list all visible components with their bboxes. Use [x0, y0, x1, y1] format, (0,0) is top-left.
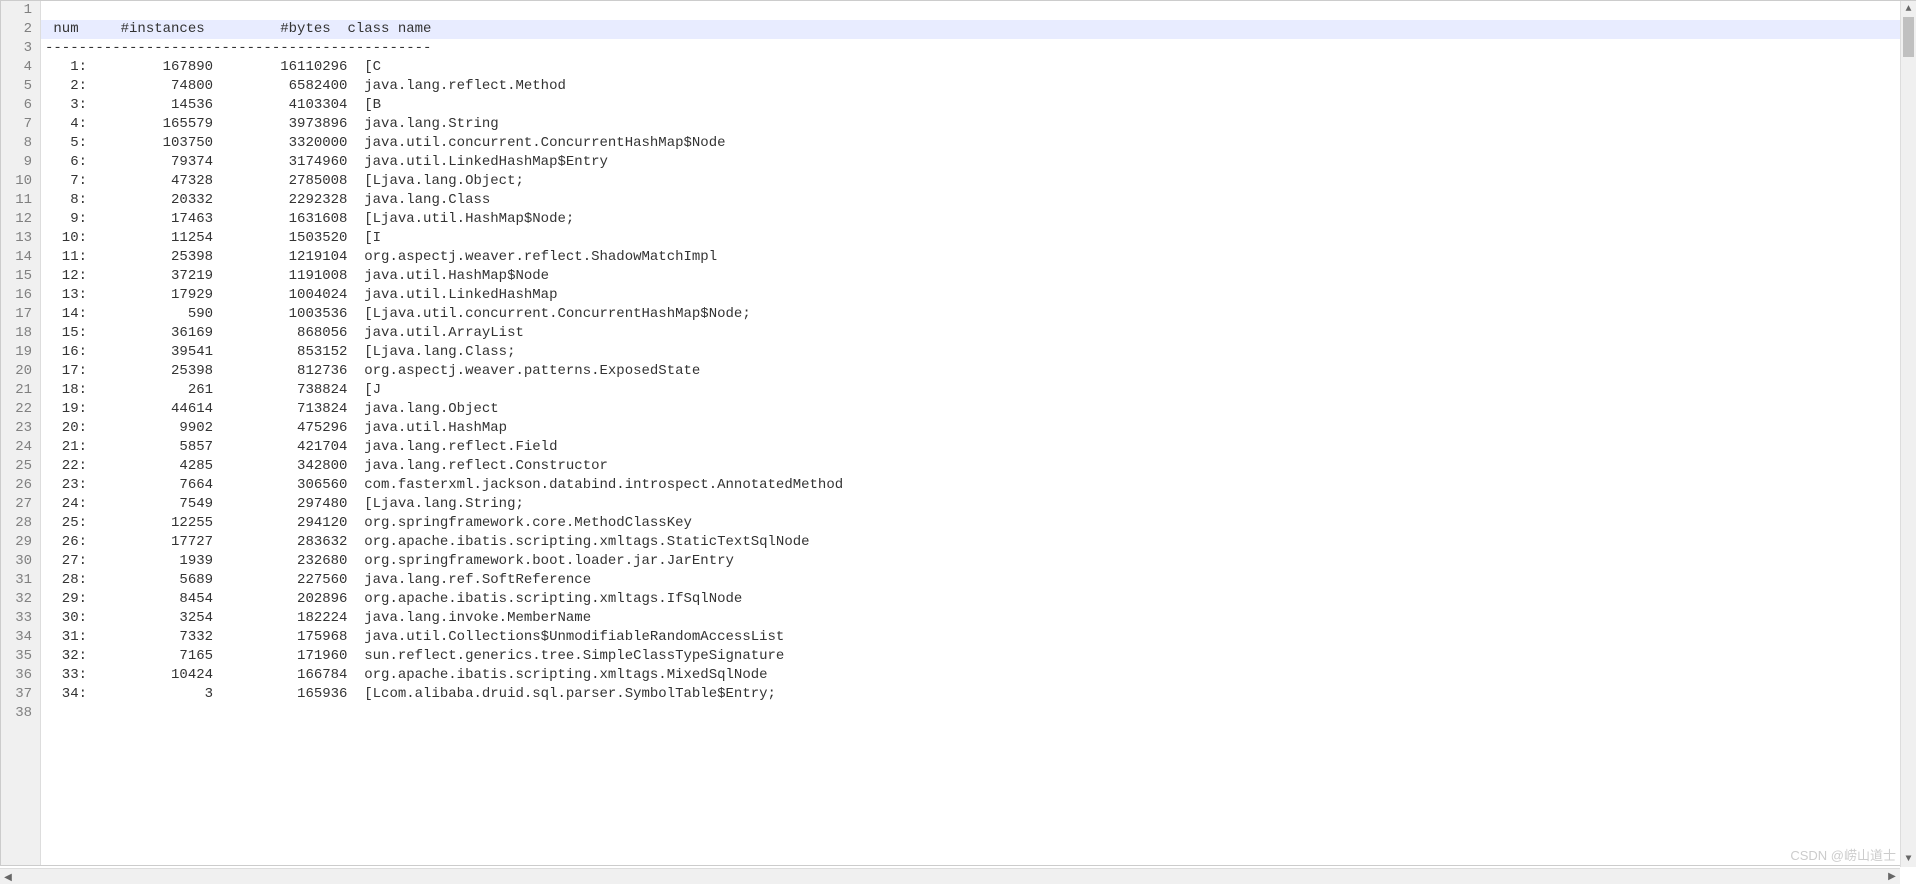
horizontal-scrollbar[interactable]: ◀ ▶ — [0, 868, 1900, 884]
data-row: 32: 7165 171960 sun.reflect.generics.tre… — [41, 647, 1915, 666]
line-number: 28 — [5, 514, 32, 533]
data-row: 11: 25398 1219104 org.aspectj.weaver.ref… — [41, 248, 1915, 267]
data-row: 20: 9902 475296 java.util.HashMap — [41, 419, 1915, 438]
data-row: 33: 10424 166784 org.apache.ibatis.scrip… — [41, 666, 1915, 685]
data-row: 1: 167890 16110296 [C — [41, 58, 1915, 77]
line-number: 29 — [5, 533, 32, 552]
line-number: 21 — [5, 381, 32, 400]
line-number: 30 — [5, 552, 32, 571]
data-row: 18: 261 738824 [J — [41, 381, 1915, 400]
partial-line — [41, 704, 1915, 723]
separator-line: ----------------------------------------… — [41, 39, 1915, 58]
line-number: 18 — [5, 324, 32, 343]
line-number: 7 — [5, 115, 32, 134]
line-number: 17 — [5, 305, 32, 324]
line-number: 10 — [5, 172, 32, 191]
data-row: 2: 74800 6582400 java.lang.reflect.Metho… — [41, 77, 1915, 96]
header-line: num #instances #bytes class name — [41, 20, 1915, 39]
data-row: 19: 44614 713824 java.lang.Object — [41, 400, 1915, 419]
data-row: 13: 17929 1004024 java.util.LinkedHashMa… — [41, 286, 1915, 305]
data-row: 29: 8454 202896 org.apache.ibatis.script… — [41, 590, 1915, 609]
line-number: 5 — [5, 77, 32, 96]
vertical-scrollbar[interactable]: ▲ ▼ — [1900, 1, 1916, 867]
data-row: 17: 25398 812736 org.aspectj.weaver.patt… — [41, 362, 1915, 381]
data-row: 7: 47328 2785008 [Ljava.lang.Object; — [41, 172, 1915, 191]
data-row: 10: 11254 1503520 [I — [41, 229, 1915, 248]
data-row: 5: 103750 3320000 java.util.concurrent.C… — [41, 134, 1915, 153]
editor-content[interactable]: num #instances #bytes class name--------… — [41, 1, 1915, 865]
data-row: 14: 590 1003536 [Ljava.util.concurrent.C… — [41, 305, 1915, 324]
data-row: 23: 7664 306560 com.fasterxml.jackson.da… — [41, 476, 1915, 495]
line-number: 31 — [5, 571, 32, 590]
scroll-left-icon[interactable]: ◀ — [0, 871, 16, 886]
line-number: 33 — [5, 609, 32, 628]
data-row: 25: 12255 294120 org.springframework.cor… — [41, 514, 1915, 533]
line-number: 37 — [5, 685, 32, 704]
scroll-up-icon[interactable]: ▲ — [1901, 1, 1916, 17]
line-number: 6 — [5, 96, 32, 115]
data-row: 15: 36169 868056 java.util.ArrayList — [41, 324, 1915, 343]
line-number: 12 — [5, 210, 32, 229]
scroll-right-icon[interactable]: ▶ — [1884, 869, 1900, 884]
data-row: 27: 1939 232680 org.springframework.boot… — [41, 552, 1915, 571]
line-number: 23 — [5, 419, 32, 438]
vertical-scrollbar-thumb[interactable] — [1903, 17, 1914, 57]
text-editor: 1234567891011121314151617181920212223242… — [0, 0, 1916, 866]
line-number-gutter: 1234567891011121314151617181920212223242… — [1, 1, 41, 865]
data-row: 12: 37219 1191008 java.util.HashMap$Node — [41, 267, 1915, 286]
data-row: 6: 79374 3174960 java.util.LinkedHashMap… — [41, 153, 1915, 172]
empty-line — [41, 1, 1915, 20]
line-number: 11 — [5, 191, 32, 210]
line-number: 20 — [5, 362, 32, 381]
data-row: 3: 14536 4103304 [B — [41, 96, 1915, 115]
data-row: 16: 39541 853152 [Ljava.lang.Class; — [41, 343, 1915, 362]
line-number: 24 — [5, 438, 32, 457]
data-row: 22: 4285 342800 java.lang.reflect.Constr… — [41, 457, 1915, 476]
line-number: 2 — [5, 20, 32, 39]
data-row: 9: 17463 1631608 [Ljava.util.HashMap$Nod… — [41, 210, 1915, 229]
line-number: 3 — [5, 39, 32, 58]
data-row: 8: 20332 2292328 java.lang.Class — [41, 191, 1915, 210]
line-number: 38 — [5, 704, 32, 723]
line-number: 22 — [5, 400, 32, 419]
line-number: 14 — [5, 248, 32, 267]
data-row: 4: 165579 3973896 java.lang.String — [41, 115, 1915, 134]
line-number: 16 — [5, 286, 32, 305]
line-number: 35 — [5, 647, 32, 666]
scroll-down-icon[interactable]: ▼ — [1901, 851, 1916, 867]
line-number: 8 — [5, 134, 32, 153]
line-number: 1 — [5, 1, 32, 20]
line-number: 34 — [5, 628, 32, 647]
data-row: 21: 5857 421704 java.lang.reflect.Field — [41, 438, 1915, 457]
data-row: 34: 3 165936 [Lcom.alibaba.druid.sql.par… — [41, 685, 1915, 704]
data-row: 30: 3254 182224 java.lang.invoke.MemberN… — [41, 609, 1915, 628]
line-number: 9 — [5, 153, 32, 172]
line-number: 27 — [5, 495, 32, 514]
line-number: 32 — [5, 590, 32, 609]
line-number: 15 — [5, 267, 32, 286]
line-number: 19 — [5, 343, 32, 362]
data-row: 28: 5689 227560 java.lang.ref.SoftRefere… — [41, 571, 1915, 590]
data-row: 26: 17727 283632 org.apache.ibatis.scrip… — [41, 533, 1915, 552]
line-number: 13 — [5, 229, 32, 248]
data-row: 31: 7332 175968 java.util.Collections$Un… — [41, 628, 1915, 647]
data-row: 24: 7549 297480 [Ljava.lang.String; — [41, 495, 1915, 514]
line-number: 26 — [5, 476, 32, 495]
line-number: 25 — [5, 457, 32, 476]
line-number: 36 — [5, 666, 32, 685]
line-number: 4 — [5, 58, 32, 77]
